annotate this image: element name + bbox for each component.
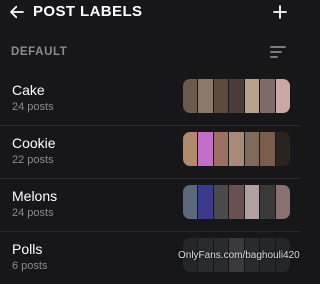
label-post-count: 6 posts [12, 260, 48, 272]
sort-icon[interactable] [269, 45, 287, 59]
label-name: Cookie [12, 135, 56, 151]
arrow-left-icon[interactable] [8, 3, 26, 21]
label-post-count: 22 posts [12, 154, 54, 166]
label-post-count: 24 posts [12, 207, 54, 219]
label-name: Polls [12, 241, 43, 257]
label-name: Cake [12, 82, 45, 98]
post-thumbnail [244, 185, 260, 219]
post-thumbnail [183, 132, 198, 166]
label-row-melons[interactable]: Melons 24 posts [0, 179, 300, 232]
label-post-count: 24 posts [12, 101, 54, 113]
post-thumbnail [275, 185, 290, 219]
plus-icon[interactable] [271, 3, 289, 21]
post-thumbnail [244, 132, 260, 166]
post-thumbnail [229, 132, 244, 166]
label-row-cake[interactable]: Cake 24 posts [0, 73, 300, 126]
label-row-cookie[interactable]: Cookie 22 posts [0, 126, 300, 179]
section-label-default: DEFAULT [11, 46, 68, 58]
post-thumbnail [213, 79, 229, 113]
header-bar: POST LABELS [0, 0, 300, 28]
page-title: POST LABELS [33, 3, 143, 20]
label-thumbnails [183, 79, 290, 113]
post-thumbnail [229, 79, 244, 113]
post-thumbnail [275, 132, 290, 166]
post-thumbnail [198, 185, 213, 219]
post-thumbnail [183, 79, 198, 113]
post-thumbnail [183, 185, 198, 219]
label-thumbnails [183, 185, 290, 219]
post-thumbnail [198, 79, 213, 113]
post-thumbnail [260, 79, 275, 113]
watermark: OnlyFans.com/baghouli420 [178, 250, 300, 261]
post-thumbnail [198, 132, 213, 166]
post-thumbnail [213, 185, 229, 219]
post-thumbnail [260, 132, 275, 166]
post-thumbnail [213, 132, 229, 166]
label-thumbnails [183, 132, 290, 166]
label-name: Melons [12, 188, 58, 204]
post-thumbnail [244, 79, 260, 113]
post-thumbnail [260, 185, 275, 219]
post-thumbnail [275, 79, 290, 113]
post-thumbnail [229, 185, 244, 219]
